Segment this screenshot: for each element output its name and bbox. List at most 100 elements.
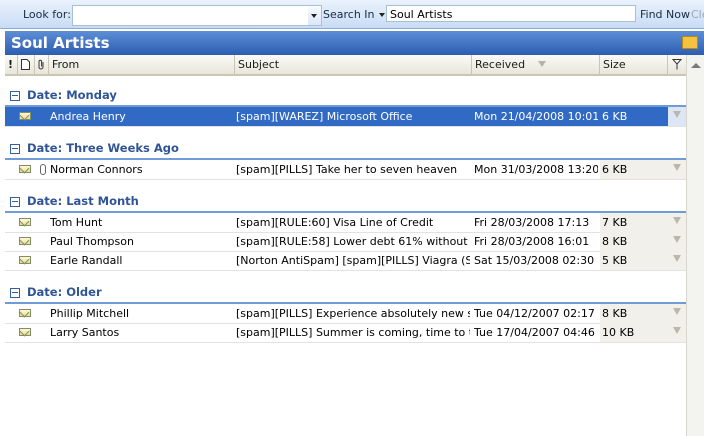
message-size: 6 KB: [600, 107, 668, 126]
envelope-icon: [19, 237, 31, 245]
message-from: Norman Connors: [50, 163, 143, 176]
column-size-label: Size: [603, 58, 626, 71]
group-label: Date: Three Weeks Ago: [27, 141, 179, 155]
search-scope-field[interactable]: Soul Artists: [386, 5, 636, 22]
follow-up-flag-button[interactable]: [668, 213, 686, 232]
envelope-icon: [19, 309, 31, 317]
message-size: 5 KB: [600, 251, 668, 270]
message-from: Larry Santos: [50, 326, 120, 339]
flag-icon: [673, 236, 681, 243]
envelope-icon: [19, 256, 31, 264]
message-from: Andrea Henry: [50, 110, 126, 123]
message-subject: [Norton AntiSpam] [spam][PILLS] Viagra (…: [236, 254, 470, 267]
collapse-icon[interactable]: [10, 288, 20, 298]
group-header[interactable]: Date: Monday: [5, 87, 686, 107]
chevron-down-icon: [378, 13, 385, 17]
paperclip-icon: [40, 164, 46, 175]
flag-icon: [673, 217, 681, 224]
message-size: 6 KB: [600, 160, 668, 179]
follow-up-flag-button[interactable]: [668, 251, 686, 270]
follow-up-flag-button[interactable]: [668, 107, 686, 126]
collapse-icon[interactable]: [10, 197, 20, 207]
flag-icon: [673, 327, 681, 334]
flag-icon: [673, 308, 681, 315]
folder-title-bar: Soul Artists: [5, 31, 704, 55]
follow-up-flag-button[interactable]: [668, 232, 686, 251]
scroll-up-icon[interactable]: [691, 63, 701, 68]
envelope-icon: [19, 112, 31, 120]
column-size[interactable]: Size: [600, 55, 668, 74]
search-in-label: Search In: [323, 8, 375, 21]
document-icon: [21, 59, 30, 70]
message-subject: [spam][RULE:60] Visa Line of Credit: [236, 216, 434, 229]
group-header[interactable]: Date: Last Month: [5, 193, 686, 213]
clear-button[interactable]: Cle: [691, 8, 704, 21]
look-for-dropdown-button[interactable]: [308, 5, 322, 26]
collapse-icon[interactable]: [10, 91, 20, 101]
paperclip-icon: [38, 59, 44, 70]
group-header[interactable]: Date: Three Weeks Ago: [5, 140, 686, 160]
message-size: 10 KB: [600, 323, 668, 342]
look-for-label: Look for:: [23, 8, 71, 21]
column-icon[interactable]: [18, 55, 35, 74]
message-from: Phillip Mitchell: [50, 307, 130, 320]
message-row[interactable]: Tom Hunt [spam][RULE:60] Visa Line of Cre…: [5, 213, 686, 233]
message-received: Fri 28/03/2008 17:13: [474, 216, 590, 229]
message-row[interactable]: Paul Thompson [spam][RULE:58] Lower debt …: [5, 232, 686, 252]
folder-icon[interactable]: [682, 36, 698, 49]
flag-icon: [673, 164, 681, 171]
message-row[interactable]: Larry Santos [spam][PILLS] Summer is comi…: [5, 323, 686, 343]
message-received: Fri 28/03/2008 16:01: [474, 235, 590, 248]
message-size: 7 KB: [600, 213, 668, 232]
column-subject[interactable]: Subject: [235, 55, 472, 74]
message-row[interactable]: Earle Randall [Norton AntiSpam] [spam][PI…: [5, 251, 686, 271]
group-label: Date: Monday: [27, 88, 117, 102]
message-row[interactable]: Phillip Mitchell [spam][PILLS] Experience…: [5, 304, 686, 324]
message-subject: [spam][PILLS] Summer is coming, time to …: [236, 326, 470, 339]
envelope-icon: [19, 328, 31, 336]
sort-arrow-icon: [538, 61, 546, 67]
column-flag[interactable]: [668, 55, 686, 74]
follow-up-flag-button[interactable]: [668, 160, 686, 179]
group-header[interactable]: Date: Older: [5, 284, 686, 304]
folder-title: Soul Artists: [11, 34, 110, 52]
flag-icon: [672, 59, 682, 70]
column-attachment[interactable]: [35, 55, 49, 74]
column-importance[interactable]: !: [5, 55, 18, 74]
find-bar: Look for: Search In Soul Artists Find No…: [0, 0, 704, 29]
message-received: Mon 31/03/2008 13:20: [474, 163, 598, 176]
message-size: 8 KB: [600, 232, 668, 251]
message-received: Sat 15/03/2008 02:30: [474, 254, 595, 267]
column-received[interactable]: Received: [472, 55, 600, 74]
column-subject-label: Subject: [238, 58, 280, 71]
follow-up-flag-button[interactable]: [668, 304, 686, 323]
flag-icon: [673, 255, 681, 262]
message-row[interactable]: Norman Connors [spam][PILLS] Take her to …: [5, 160, 686, 180]
vertical-scrollbar[interactable]: [686, 55, 704, 436]
follow-up-flag-button[interactable]: [668, 323, 686, 342]
message-from: Earle Randall: [50, 254, 123, 267]
message-received: Mon 21/04/2008 10:01: [474, 110, 598, 123]
look-for-input[interactable]: [72, 5, 314, 26]
message-row[interactable]: Andrea Henry [spam][WAREZ] Microsoft Offi…: [5, 107, 686, 127]
envelope-icon: [19, 165, 31, 173]
column-from-label: From: [52, 58, 80, 71]
message-subject: [spam][RULE:58] Lower debt 61% without a…: [236, 235, 470, 248]
message-received: Tue 04/12/2007 02:17: [474, 307, 595, 320]
message-subject: [spam][PILLS] Experience absolutely new …: [236, 307, 470, 320]
group-label: Date: Older: [27, 285, 102, 299]
message-received: Tue 17/04/2007 04:46: [474, 326, 595, 339]
message-list[interactable]: Date: Monday Andrea Henry [spam][WAREZ] Mi…: [5, 76, 686, 436]
column-headers: ! From Subject Received Size: [5, 55, 704, 76]
message-subject: [spam][WAREZ] Microsoft Office: [236, 110, 413, 123]
message-subject: [spam][PILLS] Take her to seven heaven: [236, 163, 458, 176]
search-in-button[interactable]: Search In: [323, 8, 385, 21]
importance-icon: !: [8, 58, 14, 71]
message-from: Tom Hunt: [50, 216, 103, 229]
find-now-button[interactable]: Find Now: [640, 8, 690, 21]
message-from: Paul Thompson: [50, 235, 134, 248]
message-size: 8 KB: [600, 304, 668, 323]
column-from[interactable]: From: [49, 55, 235, 74]
envelope-icon: [19, 218, 31, 226]
collapse-icon[interactable]: [10, 144, 20, 154]
